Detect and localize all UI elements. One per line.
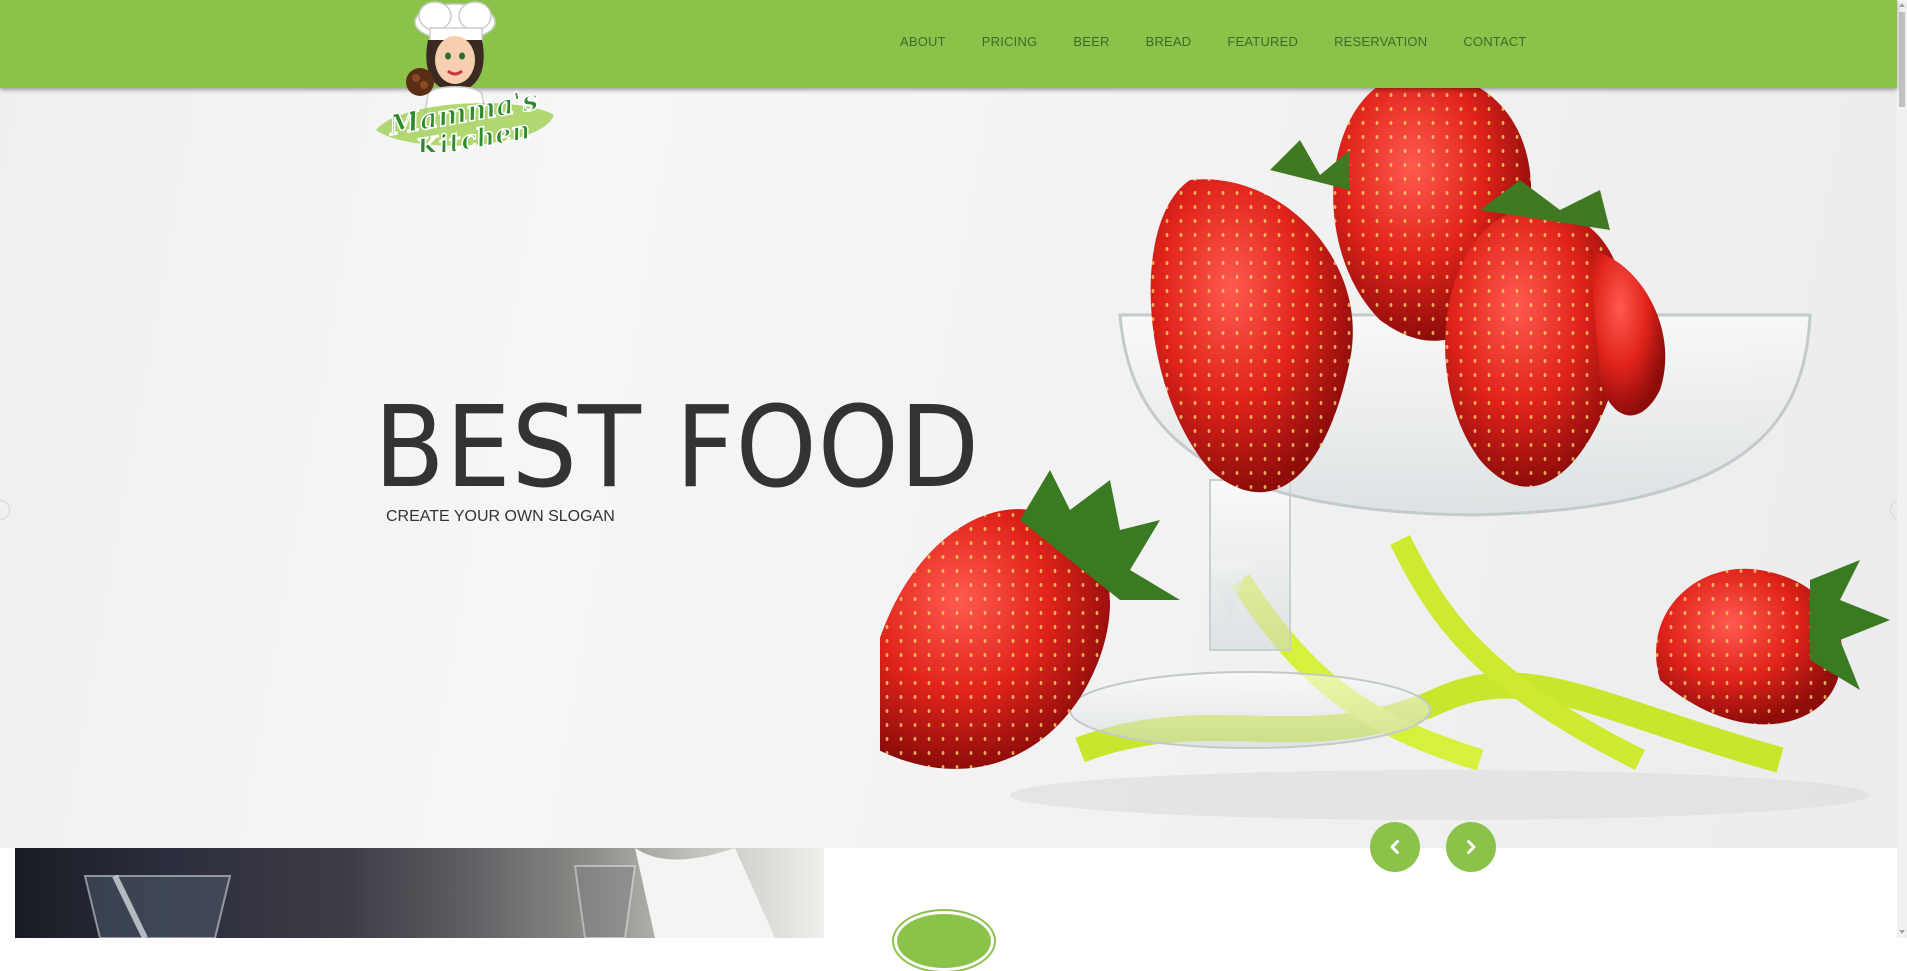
scroll-up-arrow-icon[interactable]: [1899, 3, 1905, 7]
chevron-right-icon: [1467, 840, 1476, 854]
scroll-thumb[interactable]: [1899, 12, 1905, 107]
nav-pricing[interactable]: PRICING: [982, 34, 1038, 49]
gallery-photo: [15, 848, 824, 938]
nav-featured[interactable]: FEATURED: [1227, 34, 1298, 49]
nav-reservation[interactable]: RESERVATION: [1334, 34, 1427, 49]
logo[interactable]: Mamma's Kitchen: [370, 0, 560, 152]
scroll-down-arrow-icon[interactable]: [1899, 930, 1905, 934]
scrollbar[interactable]: [1897, 0, 1907, 938]
hero-slider: BEST FOOD CREATE YOUR OWN SLOGAN: [0, 0, 1897, 848]
top-navbar: ABOUT PRICING BEER BREAD FEATURED RESERV…: [0, 0, 1897, 88]
nav-bread[interactable]: BREAD: [1146, 34, 1192, 49]
edge-arrow-left[interactable]: [0, 500, 10, 520]
slider-next-button[interactable]: [1446, 822, 1496, 872]
main-nav: ABOUT PRICING BEER BREAD FEATURED RESERV…: [900, 0, 1527, 83]
chevron-left-icon: [1390, 840, 1399, 854]
nav-about[interactable]: ABOUT: [900, 34, 946, 49]
nav-beer[interactable]: BEER: [1073, 34, 1109, 49]
hero-title: BEST FOOD: [374, 383, 980, 513]
section-badge: [894, 911, 994, 971]
hero-image: [880, 60, 1890, 820]
slider-prev-button[interactable]: [1370, 822, 1420, 872]
hero-slogan: CREATE YOUR OWN SLOGAN: [386, 508, 615, 525]
nav-contact[interactable]: CONTACT: [1463, 34, 1526, 49]
